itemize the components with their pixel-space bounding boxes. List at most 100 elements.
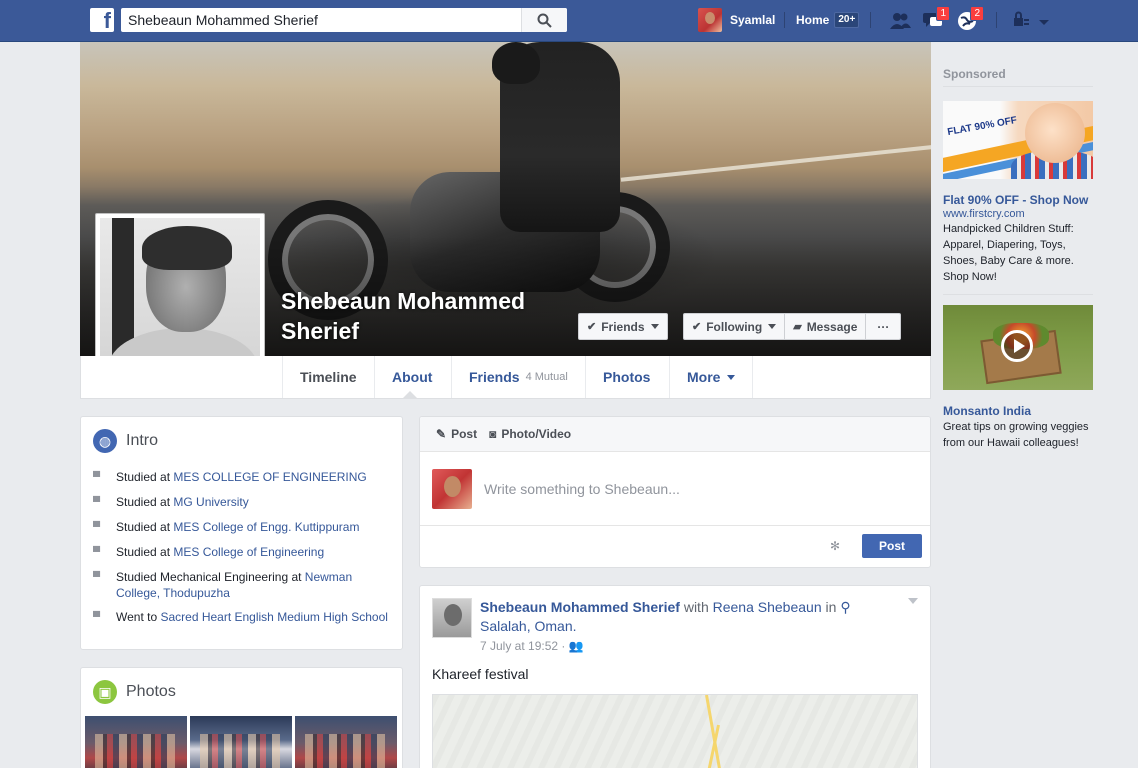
following-button[interactable]: ✔ Following [683,313,785,340]
messages-icon[interactable]: 1 [922,6,950,32]
post-options-chevron-icon[interactable] [908,598,918,604]
intro-link[interactable]: Sacred Heart English Medium High School [160,610,387,624]
chevron-down-icon [768,324,777,329]
composer-input-area[interactable]: Write something to Shebeaun... [420,452,930,526]
camera-icon: ◙ [489,427,497,441]
list-item: ▀ Studied at MES COLLEGE OF ENGINEERING [81,469,402,486]
notifications-globe-icon[interactable]: 2 [956,6,984,32]
friends-button[interactable]: ✔ Friends [578,313,668,340]
account-menu-caret-icon[interactable] [1038,16,1050,25]
avatar [698,8,722,32]
profile-tab-bar: Timeline About Friends 4 Mutual Photos Mo… [80,356,931,399]
ad-title-link[interactable]: Flat 90% OFF - Shop Now [943,193,1088,207]
notifications-badge: 2 [970,6,984,21]
profile-shortcut[interactable]: Syamlal [698,7,775,33]
nav-divider [870,12,871,28]
search-button[interactable] [521,8,567,32]
intro-link[interactable]: MES College of Engineering [173,545,324,559]
intro-prefix: Went to [116,610,161,624]
tagged-person-link[interactable]: Reena Shebeaun [713,599,822,615]
chevron-down-icon [727,374,736,380]
post-author-link[interactable]: Shebeaun Mohammed Sherief [480,599,680,615]
home-link[interactable]: Home 20+ [796,12,860,28]
location-pin-icon: ⚲ [840,599,851,615]
ad-description: Great tips on growing veggies from our H… [943,421,1089,449]
play-icon[interactable] [1001,330,1033,362]
profile-photo-image [100,218,260,378]
composer-footer: ✻ Post [420,526,930,566]
checkmark-icon: ✔ [587,321,597,333]
divider [943,86,1093,87]
tab-label: Timeline [300,369,357,385]
intro-card: ◍ Intro ▀ Studied at MES COLLEGE OF ENGIN… [80,416,403,650]
intro-header: ◍ Intro [81,417,402,465]
photo-thumbnail[interactable] [85,716,187,768]
tab-friends[interactable]: Friends 4 Mutual [451,356,585,398]
list-item: ▀ Studied at MG University [81,494,402,511]
intro-list: ▀ Studied at MES COLLEGE OF ENGINEERING ▀… [81,465,402,626]
tab-timeline[interactable]: Timeline [282,356,374,398]
graduation-cap-icon: ▀ [93,572,101,583]
ad-title-link[interactable]: Monsanto India [943,404,1031,418]
facebook-logo-icon[interactable]: f [90,8,114,33]
composer-tab-post[interactable]: ✎ Post [436,427,477,441]
cover-helmet [492,42,540,84]
intro-link[interactable]: MES COLLEGE OF ENGINEERING [173,470,366,484]
photo-person-hair [142,226,232,270]
location-map[interactable] [432,694,918,768]
composer-placeholder[interactable]: Write something to Shebeaun... [484,481,680,497]
ad-flat-offer-text: FLAT 90% OFF [946,114,1018,139]
intro-prefix: Studied at [116,520,174,534]
checkmark-icon: ✔ [692,321,702,333]
intro-prefix: Studied Mechanical Engineering at [116,570,305,584]
map-terrain [433,695,917,768]
photo-thumbnail[interactable] [295,716,397,768]
intro-link[interactable]: MES College of Engg. Kuttippuram [173,520,359,534]
ad-baby [1025,103,1085,163]
photos-card: ▣ Photos [80,667,403,768]
profile-action-group: ✔ Following ▰ Message ··· [683,313,902,340]
graduation-cap-icon: ▀ [93,522,101,533]
post-composer: ✎ Post ◙ Photo/Video Write something to Sh… [419,416,931,568]
post-button[interactable]: Post [862,534,922,558]
post-in-text: in [821,599,841,615]
active-tab-indicator [403,391,417,398]
post-text: Khareef festival [432,666,529,682]
message-button[interactable]: ▰ Message [784,313,866,340]
post-time-text[interactable]: 7 July at 19:52 · [480,639,569,653]
list-item: ▀ Studied Mechanical Engineering at Newma… [81,569,402,601]
school-icon: ▀ [93,612,101,623]
message-button-label: Message [806,319,858,334]
pencil-icon: ✎ [436,427,447,441]
ad-video-monsanto[interactable] [943,305,1093,390]
tab-label: Photos [603,369,651,385]
photo-thumbnail[interactable] [190,716,292,768]
post-header: Shebeaun Mohammed Sherief with Reena She… [480,598,880,636]
sponsored-heading: Sponsored [943,67,1006,81]
tab-photos[interactable]: Photos [585,356,667,398]
ad-url[interactable]: www.firstcry.com [943,208,1025,220]
more-options-button[interactable]: ··· [865,313,902,340]
post-location-link[interactable]: Salalah, Oman. [480,618,577,634]
composer-tab-label: Photo/Video [501,427,572,441]
photos-header: ▣ Photos [81,668,402,716]
composer-tab-photo-video[interactable]: ◙ Photo/Video [489,427,571,441]
ad-image-firstcry[interactable]: FLAT 90% OFF [943,101,1093,179]
gear-icon[interactable]: ✻ [830,539,840,553]
globe-icon: ◍ [93,429,117,453]
composer-tab-label: Post [451,427,478,441]
profile-name[interactable]: Shebeaun Mohammed Sherief [281,286,581,346]
tab-more[interactable]: More [669,356,754,398]
photo-grid [81,716,402,768]
search-input[interactable] [121,8,521,32]
divider [943,294,1093,295]
user-name: Syamlal [730,13,776,27]
photos-title[interactable]: Photos [126,683,176,701]
avatar[interactable] [432,598,472,638]
privacy-shortcuts-icon[interactable] [1012,10,1036,32]
intro-link[interactable]: MG University [173,495,248,509]
friend-requests-icon[interactable] [888,10,912,32]
intro-title: Intro [126,432,159,449]
search-icon [537,13,552,28]
intro-prefix: Studied at [116,495,174,509]
